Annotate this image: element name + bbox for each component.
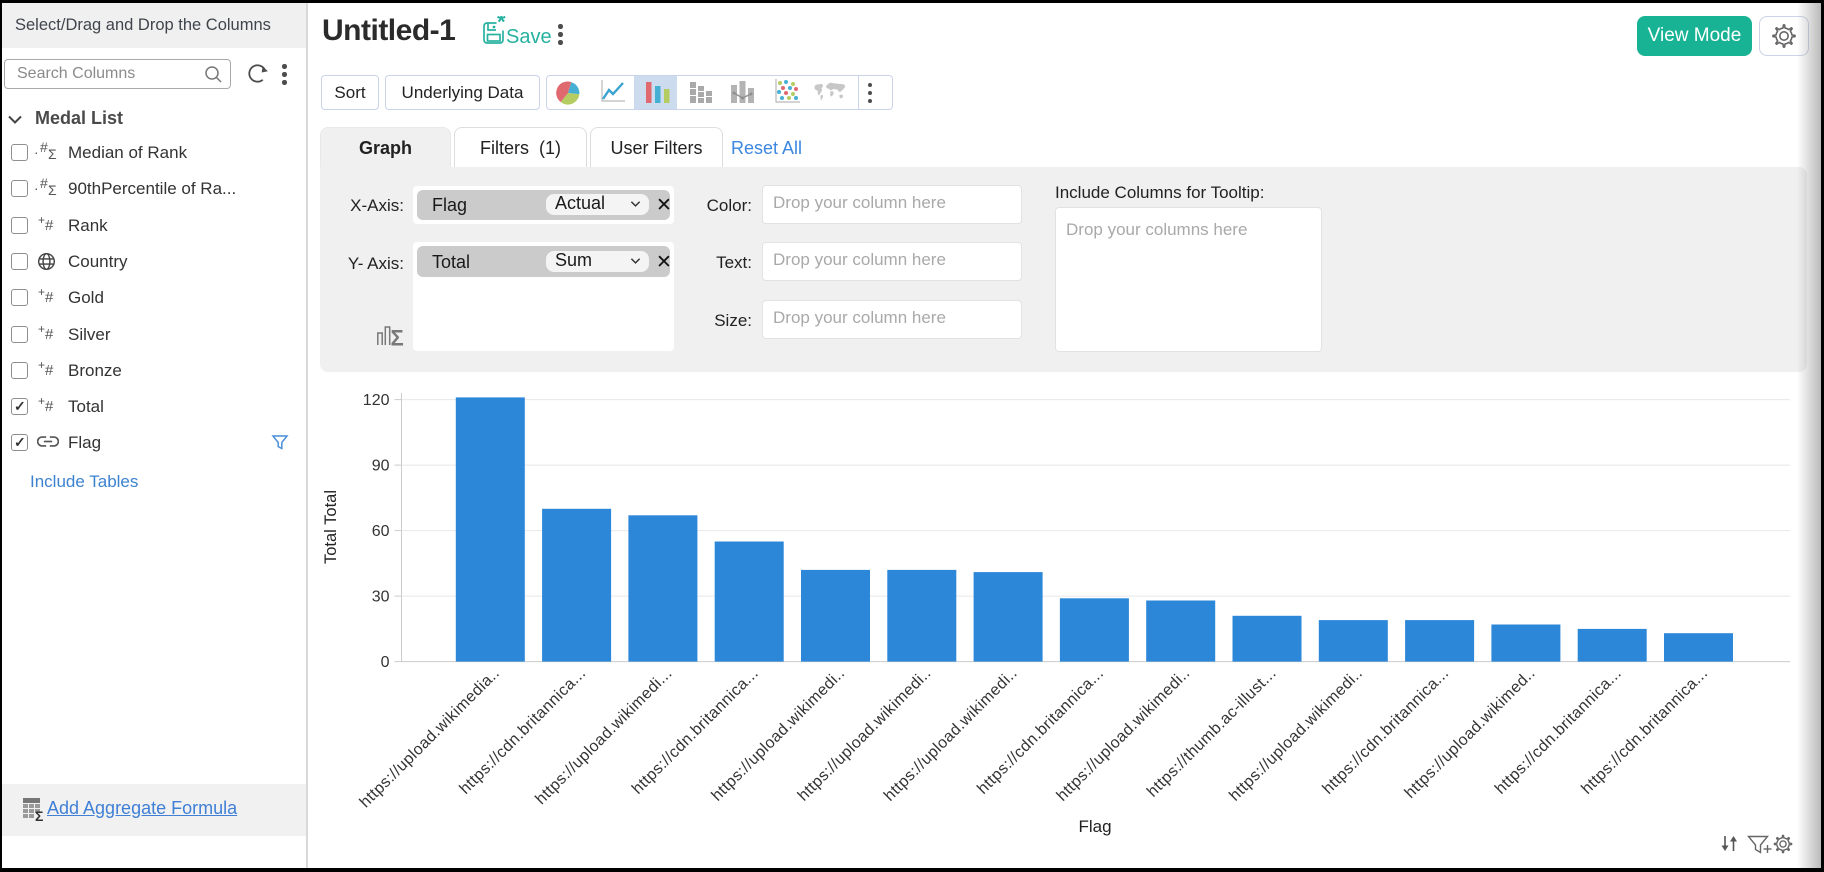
svg-text:https://upload.wikimedi...: https://upload.wikimedi... (532, 665, 675, 808)
svg-text:*: * (497, 16, 506, 35)
svg-text:0: 0 (381, 654, 390, 671)
svg-text:Total Total: Total Total (322, 490, 340, 564)
svg-text:30: 30 (372, 589, 390, 606)
svg-text:60: 60 (372, 523, 390, 540)
svg-text:Σ: Σ (35, 808, 43, 823)
svg-text:https://upload.wikimedia..: https://upload.wikimedia.. (357, 665, 503, 811)
svg-text:90: 90 (372, 458, 390, 475)
svg-text:Σ: Σ (391, 326, 404, 347)
svg-text:Flag: Flag (1078, 817, 1111, 836)
svg-text:120: 120 (363, 392, 390, 409)
